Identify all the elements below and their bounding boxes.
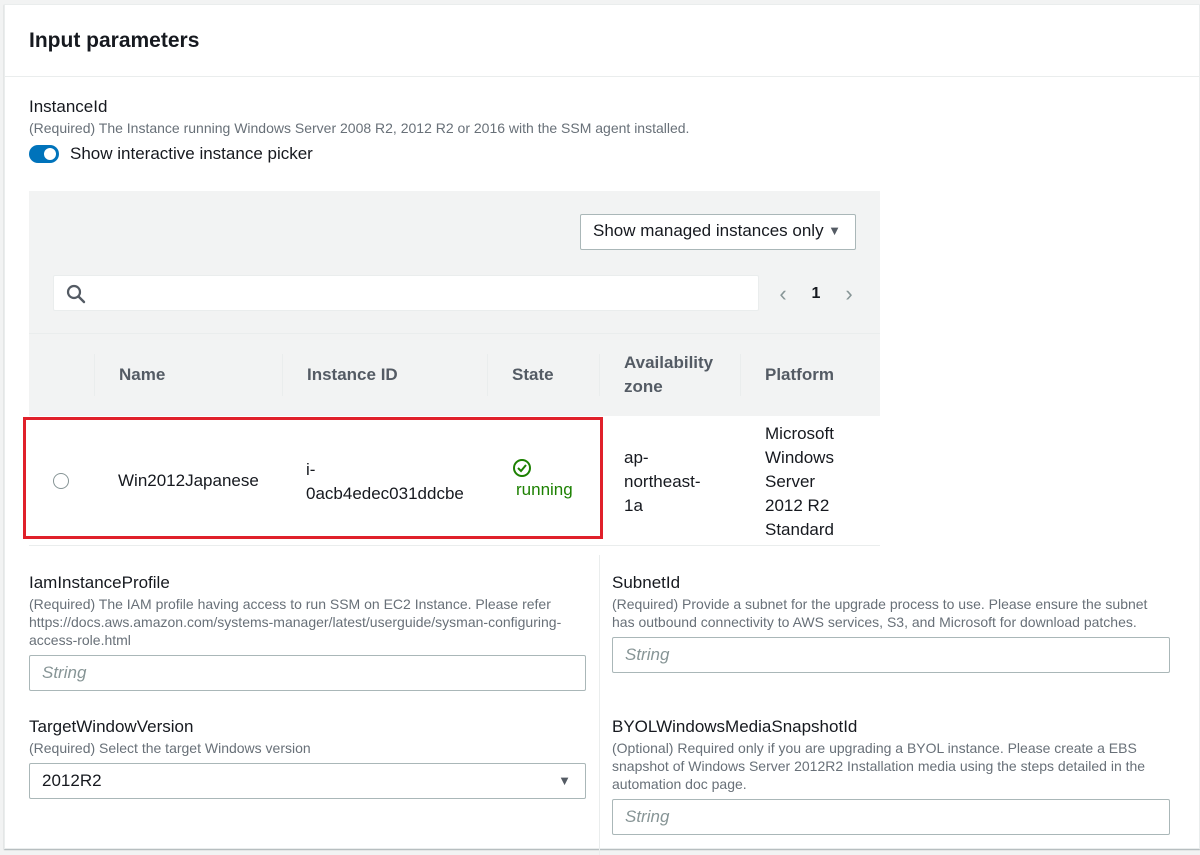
column-divider	[282, 354, 283, 396]
byol-description: (Optional) Required only if you are upgr…	[612, 740, 1146, 792]
instance-id-description: (Required) The Instance running Windows …	[29, 120, 690, 136]
instances-table-header: Name Instance ID State Availability zone…	[29, 333, 880, 416]
target-version-value: 2012R2	[42, 771, 102, 790]
column-header-name[interactable]: Name	[119, 334, 165, 416]
column-divider	[487, 354, 488, 396]
byol-label: BYOLWindowsMediaSnapshotId	[612, 717, 858, 736]
target-version-description: (Required) Select the target Windows ver…	[29, 740, 311, 756]
input-parameters-panel: Input parameters InstanceId (Required) T…	[4, 4, 1200, 855]
column-divider	[94, 354, 95, 396]
toggle-knob	[44, 148, 56, 160]
column-header-availability-zone[interactable]: Availability zone	[624, 334, 734, 416]
target-version-select[interactable]: 2012R2 ▼	[29, 763, 586, 799]
pagination: ‹ 1 ›	[773, 281, 859, 307]
panel-header: Input parameters	[5, 5, 1199, 77]
platform-line: Microsoft	[765, 424, 834, 443]
az-line: 1a	[624, 496, 643, 515]
platform-line: Server	[765, 472, 816, 491]
az-line: northeast-	[624, 472, 701, 491]
instance-picker-toggle[interactable]	[29, 145, 59, 163]
column-header-state[interactable]: State	[512, 334, 554, 416]
platform-value: Microsoft Windows Server 2012 R2 Standar…	[765, 422, 834, 542]
caret-down-icon: ▼	[558, 773, 571, 788]
current-page-number[interactable]: 1	[793, 285, 839, 303]
column-header-platform[interactable]: Platform	[765, 334, 834, 416]
column-divider	[599, 555, 600, 855]
iam-profile-input[interactable]: String	[29, 655, 586, 691]
managed-instances-filter-dropdown[interactable]: Show managed instances only ▼	[580, 214, 856, 250]
previous-page-icon[interactable]: ‹	[773, 281, 793, 307]
instance-search-input[interactable]	[53, 275, 759, 311]
instance-picker: Show managed instances only ▼ ‹ 1 › Name…	[23, 191, 880, 546]
panel-title: Input parameters	[29, 29, 200, 52]
column-divider	[599, 354, 600, 396]
search-icon	[66, 284, 86, 304]
subnet-label: SubnetId	[612, 573, 681, 592]
platform-line: 2012 R2	[765, 496, 830, 515]
platform-line: Windows	[765, 448, 834, 467]
availability-zone-value: ap- northeast- 1a	[624, 446, 701, 518]
column-header-instance-id[interactable]: Instance ID	[307, 334, 398, 416]
caret-down-icon: ▼	[828, 223, 841, 238]
selected-row-highlight	[23, 417, 603, 539]
byol-snapshot-input[interactable]: String	[612, 799, 1170, 835]
subnet-input[interactable]: String	[612, 637, 1170, 673]
target-version-label: TargetWindowVersion	[29, 717, 194, 736]
instance-id-label: InstanceId	[29, 97, 108, 116]
instance-picker-toggle-row: Show interactive instance picker	[29, 144, 313, 164]
next-page-icon[interactable]: ›	[839, 281, 859, 307]
filter-dropdown-label: Show managed instances only	[593, 221, 824, 240]
platform-line: Standard	[765, 520, 834, 539]
instance-picker-toggle-label[interactable]: Show interactive instance picker	[70, 144, 313, 164]
iam-profile-description: (Required) The IAM profile having access…	[29, 596, 562, 648]
subnet-description: (Required) Provide a subnet for the upgr…	[612, 596, 1148, 630]
iam-profile-label: IamInstanceProfile	[29, 573, 170, 592]
column-divider	[740, 354, 741, 396]
az-line: ap-	[624, 448, 649, 467]
